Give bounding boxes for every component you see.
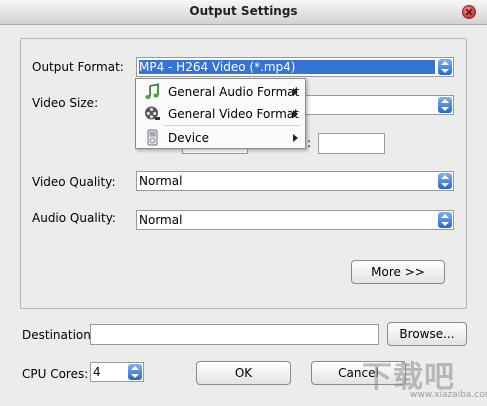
title-bar: Output Settings: [0, 0, 487, 25]
music-note-icon: [145, 83, 159, 99]
submenu-arrow-icon: [293, 110, 298, 118]
video-size-label: Video Size:: [32, 96, 99, 110]
menu-divider: [164, 125, 301, 126]
watermark-url: www.xiazaiba.com: [410, 390, 487, 400]
more-button[interactable]: More >>: [351, 260, 445, 284]
video-quality-label: Video Quality:: [32, 175, 116, 189]
dropdown-arrow-icon[interactable]: [438, 212, 452, 228]
output-format-menu: General Audio Format General Video Forma…: [135, 78, 306, 149]
cpu-cores-select[interactable]: 4: [90, 362, 144, 382]
dropdown-arrow-icon[interactable]: [438, 173, 452, 189]
menu-item-label: General Audio Format: [168, 85, 300, 99]
ok-button[interactable]: OK: [196, 361, 291, 385]
submenu-arrow-icon: [293, 134, 298, 142]
height-input[interactable]: [318, 133, 385, 154]
submenu-arrow-icon: [293, 88, 298, 96]
output-format-value: MP4 - H264 Video (*.mp4): [139, 60, 435, 74]
audio-quality-select[interactable]: Normal: [136, 210, 454, 230]
close-button[interactable]: [462, 5, 476, 19]
dropdown-arrow-icon[interactable]: [128, 364, 142, 380]
destination-input[interactable]: [90, 324, 379, 345]
height-label: :: [307, 136, 312, 150]
browse-button[interactable]: Browse...: [387, 322, 467, 346]
cpu-cores-value: 4: [93, 365, 101, 379]
menu-item-label: General Video Format: [168, 107, 299, 121]
menu-item-label: Device: [168, 131, 210, 145]
output-format-select[interactable]: MP4 - H264 Video (*.mp4): [136, 57, 454, 77]
window-title: Output Settings: [189, 4, 298, 18]
audio-quality-label: Audio Quality:: [32, 211, 116, 225]
menu-item-general-audio[interactable]: General Audio Format: [136, 81, 305, 103]
output-format-label: Output Format:: [32, 60, 124, 74]
cpu-cores-label: CPU Cores:: [22, 367, 89, 381]
video-quality-value: Normal: [139, 174, 183, 188]
dropdown-arrow-icon[interactable]: [438, 59, 452, 75]
film-reel-icon: [145, 106, 160, 120]
destination-label: Destination:: [22, 328, 95, 342]
watermark: 下载吧 www.xiazaiba.com: [352, 352, 487, 404]
menu-item-general-video[interactable]: General Video Format: [136, 103, 305, 125]
device-icon: [147, 129, 158, 146]
dropdown-arrow-icon[interactable]: [438, 97, 452, 113]
menu-item-device[interactable]: Device: [136, 127, 305, 149]
video-quality-select[interactable]: Normal: [136, 171, 454, 191]
audio-quality-value: Normal: [139, 213, 183, 227]
